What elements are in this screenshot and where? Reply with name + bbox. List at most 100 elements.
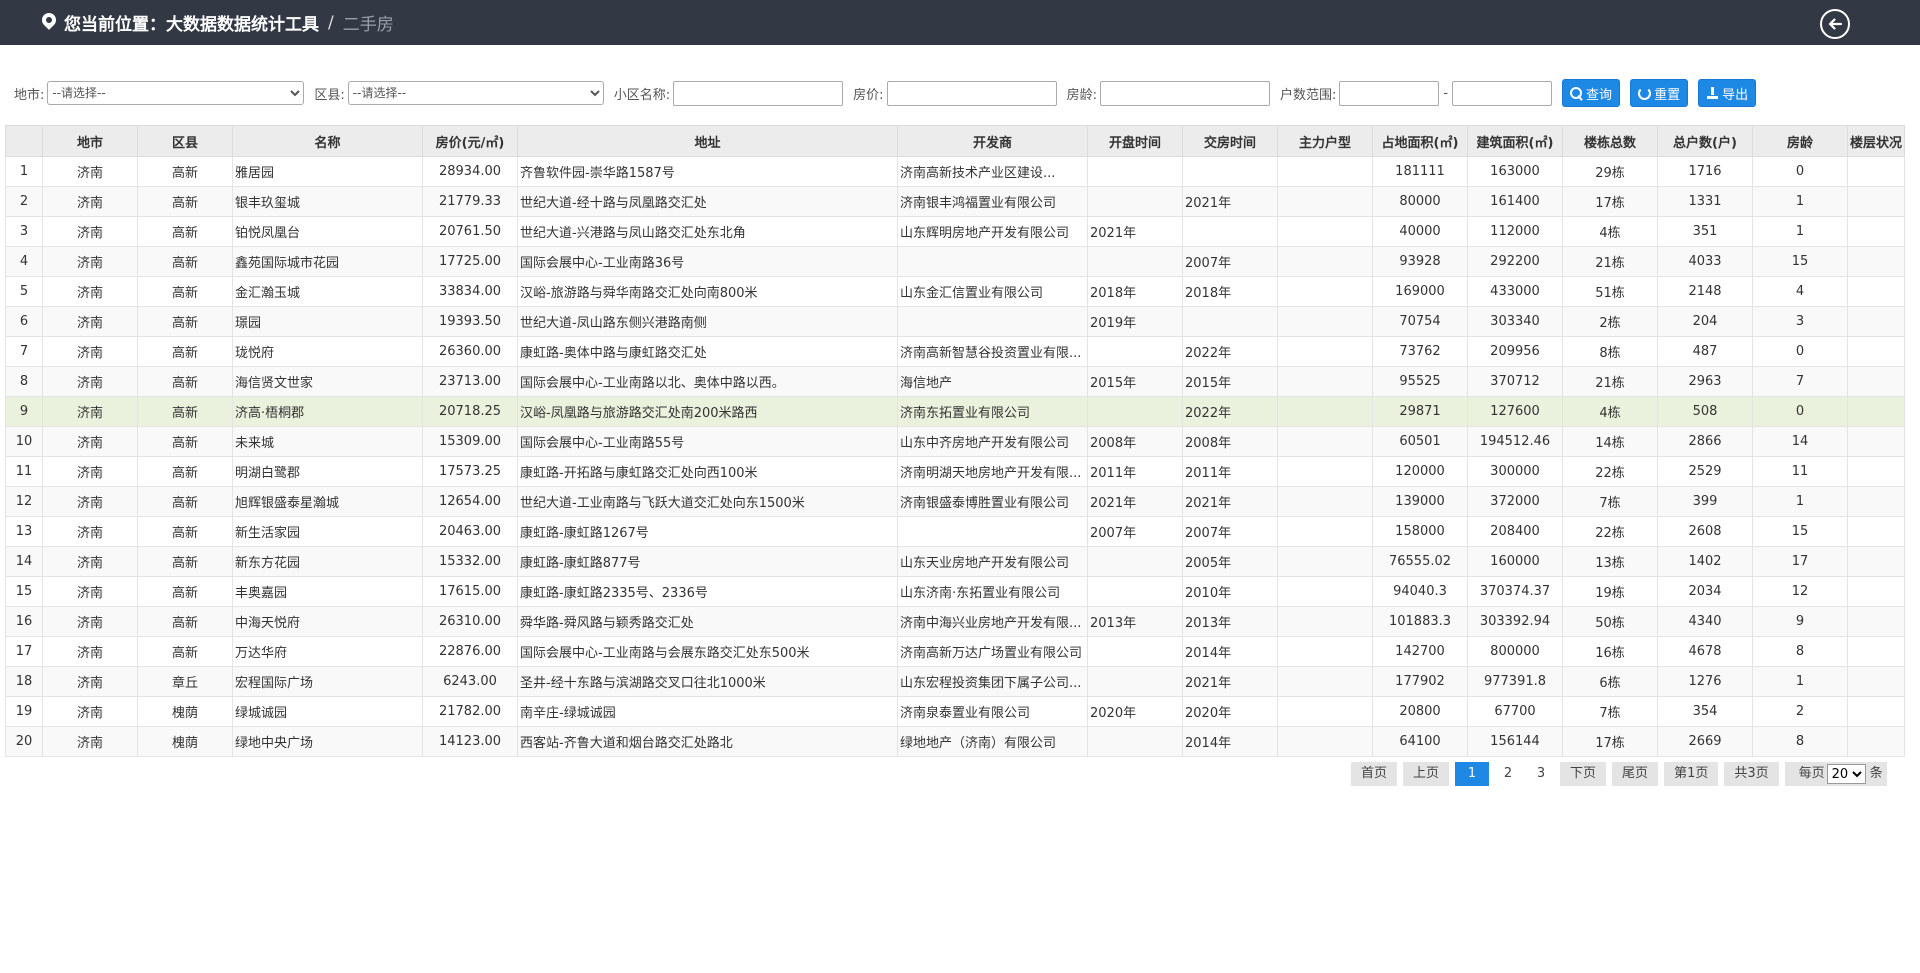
column-header: 主力户型 [1277,125,1373,157]
table-row[interactable]: 11 济南 高新 明湖白鹭郡 17573.25 康虹路-开拓路与康虹路交汇处向西100米济… [5,456,1905,487]
table-cell: 303392.94 [1467,606,1563,637]
table-cell: 高新 [137,366,233,397]
table-cell: 济南 [42,216,138,247]
table-cell: 17573.25 [422,456,518,487]
table-row[interactable]: 9 济南 高新 济高·梧桐郡 20718.25 汉峪-凤凰路与旅游路交汇处南200米路西济… [5,396,1905,427]
table-cell: 2608 [1657,516,1753,547]
table-cell: 370374.37 [1467,576,1563,607]
table-row[interactable]: 19 济南 槐荫 绿城诚园 21782.00 南辛庄-绿城诚园 济南泉泰置业有限公司 2020… [5,696,1905,727]
table-cell: 4栋 [1562,396,1658,427]
households-min-input[interactable] [1339,80,1440,106]
back-button[interactable] [1820,9,1850,39]
table-row[interactable]: 8 济南 高新 海信贤文世家 23713.00 国际会展中心-工业南路以北、奥体中路以西。… [5,366,1905,397]
table-cell: 康虹路-康虹路877号 [517,546,898,577]
district-label: 区县: [314,87,345,103]
current-page-indicator: 第1页 [1664,762,1719,786]
table-cell [1087,156,1183,187]
table-row[interactable]: 7 济南 高新 珑悦府 26360.00 康虹路-奥体中路与康虹路交汇处 济南高新智慧谷投资… [5,336,1905,367]
page-2-button[interactable]: 2 [1494,762,1522,786]
table-cell: 156144 [1467,726,1563,757]
table-row[interactable]: 17 济南 高新 万达华府 22876.00 国际会展中心-工业南路与会展东路交汇处东50… [5,636,1905,667]
table-cell [1087,546,1183,577]
table-row[interactable]: 16 济南 高新 中海天悦府 26310.00 舜华路-舜风路与颖秀路交汇处 济南中海兴业房… [5,606,1905,637]
table-row[interactable]: 18 济南 章丘 宏程国际广场 6243.00 圣井-经十东路与滨湖路交叉口往北1000米… [5,666,1905,697]
table-row[interactable]: 20 济南 槐荫 绿地中央广场 14123.00 西客站-齐鲁大道和烟台路交汇处路北 绿地地… [5,726,1905,757]
reset-button[interactable]: 重置 [1630,79,1689,107]
table-cell: 4678 [1657,636,1753,667]
table-cell: 17725.00 [422,246,518,277]
first-page-button[interactable]: 首页 [1351,762,1398,786]
table-row[interactable]: 1 济南 高新 雅居园 28934.00 齐鲁软件园-崇华路1587号 济南高新技术产业区建… [5,156,1905,187]
table-cell: 177902 [1372,666,1468,697]
export-button[interactable]: 导出 [1698,79,1757,107]
table-cell [1277,666,1373,697]
price-label: 房价: [853,87,884,103]
table-cell: 国际会展中心-工业南路55号 [517,426,898,457]
table-cell: 金汇瀚玉城 [232,276,423,307]
table-cell: 2015年 [1087,366,1183,397]
column-header: 占地面积(㎡) [1372,125,1468,157]
table-row[interactable]: 3 济南 高新 铂悦凤凰台 20761.50 世纪大道-兴港路与凤山路交汇处东北角 山东辉明… [5,216,1905,247]
breadcrumb-site[interactable]: 大数据数据统计工具 [166,10,319,35]
table-cell [1847,336,1905,367]
table-row[interactable]: 10 济南 高新 未来城 15309.00 国际会展中心-工业南路55号 山东中齐房地产开发… [5,426,1905,457]
table-cell: 1331 [1657,186,1753,217]
table-cell: 济南 [42,396,138,427]
table-row[interactable]: 4 济南 高新 鑫苑国际城市花园 17725.00 国际会展中心-工业南路36号 2007年… [5,246,1905,277]
households-max-input[interactable] [1452,80,1553,106]
price-input[interactable] [886,80,1057,106]
table-cell: 120000 [1372,456,1468,487]
query-button[interactable]: 查询 [1562,79,1621,107]
table-cell [1847,726,1905,757]
table-cell: 2020年 [1087,696,1183,727]
table-row[interactable]: 13 济南 高新 新生活家园 20463.00 康虹路-康虹路1267号 2007年 2007… [5,516,1905,547]
table-row[interactable]: 2 济南 高新 银丰玖玺城 21779.33 世纪大道-经十路与凤凰路交汇处 济南银丰鸿福置… [5,186,1905,217]
table-row[interactable]: 5 济南 高新 金汇瀚玉城 33834.00 汉峪-旅游路与舜华南路交汇处向南800米 山东… [5,276,1905,307]
table-cell: 珑悦府 [232,336,423,367]
per-page-unit: 条 [1869,766,1883,781]
table-cell [1277,456,1373,487]
table-cell [1847,456,1905,487]
breadcrumb-current: 二手房 [342,15,394,35]
table-cell: 高新 [137,246,233,277]
page-1-button[interactable]: 1 [1455,762,1490,786]
table-cell [1847,396,1905,427]
page-size-select[interactable]: 20 [1826,764,1866,784]
table-cell: 21779.33 [422,186,518,217]
table-cell: 14 [5,546,43,577]
table-cell: 15 [5,576,43,607]
table-row[interactable]: 12 济南 高新 旭辉银盛泰星瀚城 12654.00 世纪大道-工业南路与飞跃大道交汇处向… [5,486,1905,517]
city-select[interactable]: --请选择-- [47,81,305,105]
last-page-button[interactable]: 尾页 [1612,762,1659,786]
table-row[interactable]: 15 济南 高新 丰奥嘉园 17615.00 康虹路-康虹路2335号、2336号 山东济南… [5,576,1905,607]
district-select[interactable]: --请选择-- [347,81,604,105]
next-page-button[interactable]: 下页 [1560,762,1607,786]
table-cell: 17 [5,636,43,667]
breadcrumb: 您当前位置： 大数据数据统计工具 / 二手房 [42,0,394,45]
table-cell: 204 [1657,306,1753,337]
community-input[interactable] [673,80,844,106]
table-cell: 绿地地产（济南）有限公司 [897,726,1088,757]
table-cell: 2019年 [1087,306,1183,337]
page-3-button[interactable]: 3 [1527,762,1555,786]
table-cell: 济南 [42,426,138,457]
table-cell [1277,696,1373,727]
table-cell: 19393.50 [422,306,518,337]
table-cell: 汉峪-凤凰路与旅游路交汇处南200米路西 [517,396,898,427]
age-input[interactable] [1099,80,1270,106]
table-cell: 127600 [1467,396,1563,427]
table-cell: 绿城诚园 [232,696,423,727]
table-cell: 齐鲁软件园-崇华路1587号 [517,156,898,187]
table-row[interactable]: 6 济南 高新 璟园 19393.50 世纪大道-凤山路东侧兴港路南侧 2019年 70754… [5,306,1905,337]
table-cell: 西客站-齐鲁大道和烟台路交汇处路北 [517,726,898,757]
table-cell: 351 [1657,216,1753,247]
table-cell: 舜华路-舜风路与颖秀路交汇处 [517,606,898,637]
table-cell: 高新 [137,396,233,427]
prev-page-button[interactable]: 上页 [1403,762,1450,786]
table-cell: 1 [1752,666,1848,697]
table-cell: 399 [1657,486,1753,517]
table-cell: 世纪大道-凤山路东侧兴港路南侧 [517,306,898,337]
table-cell: 4 [1752,276,1848,307]
table-cell: 22876.00 [422,636,518,667]
table-row[interactable]: 14 济南 高新 新东方花园 15332.00 康虹路-康虹路877号 山东天业房地产开发有… [5,546,1905,577]
